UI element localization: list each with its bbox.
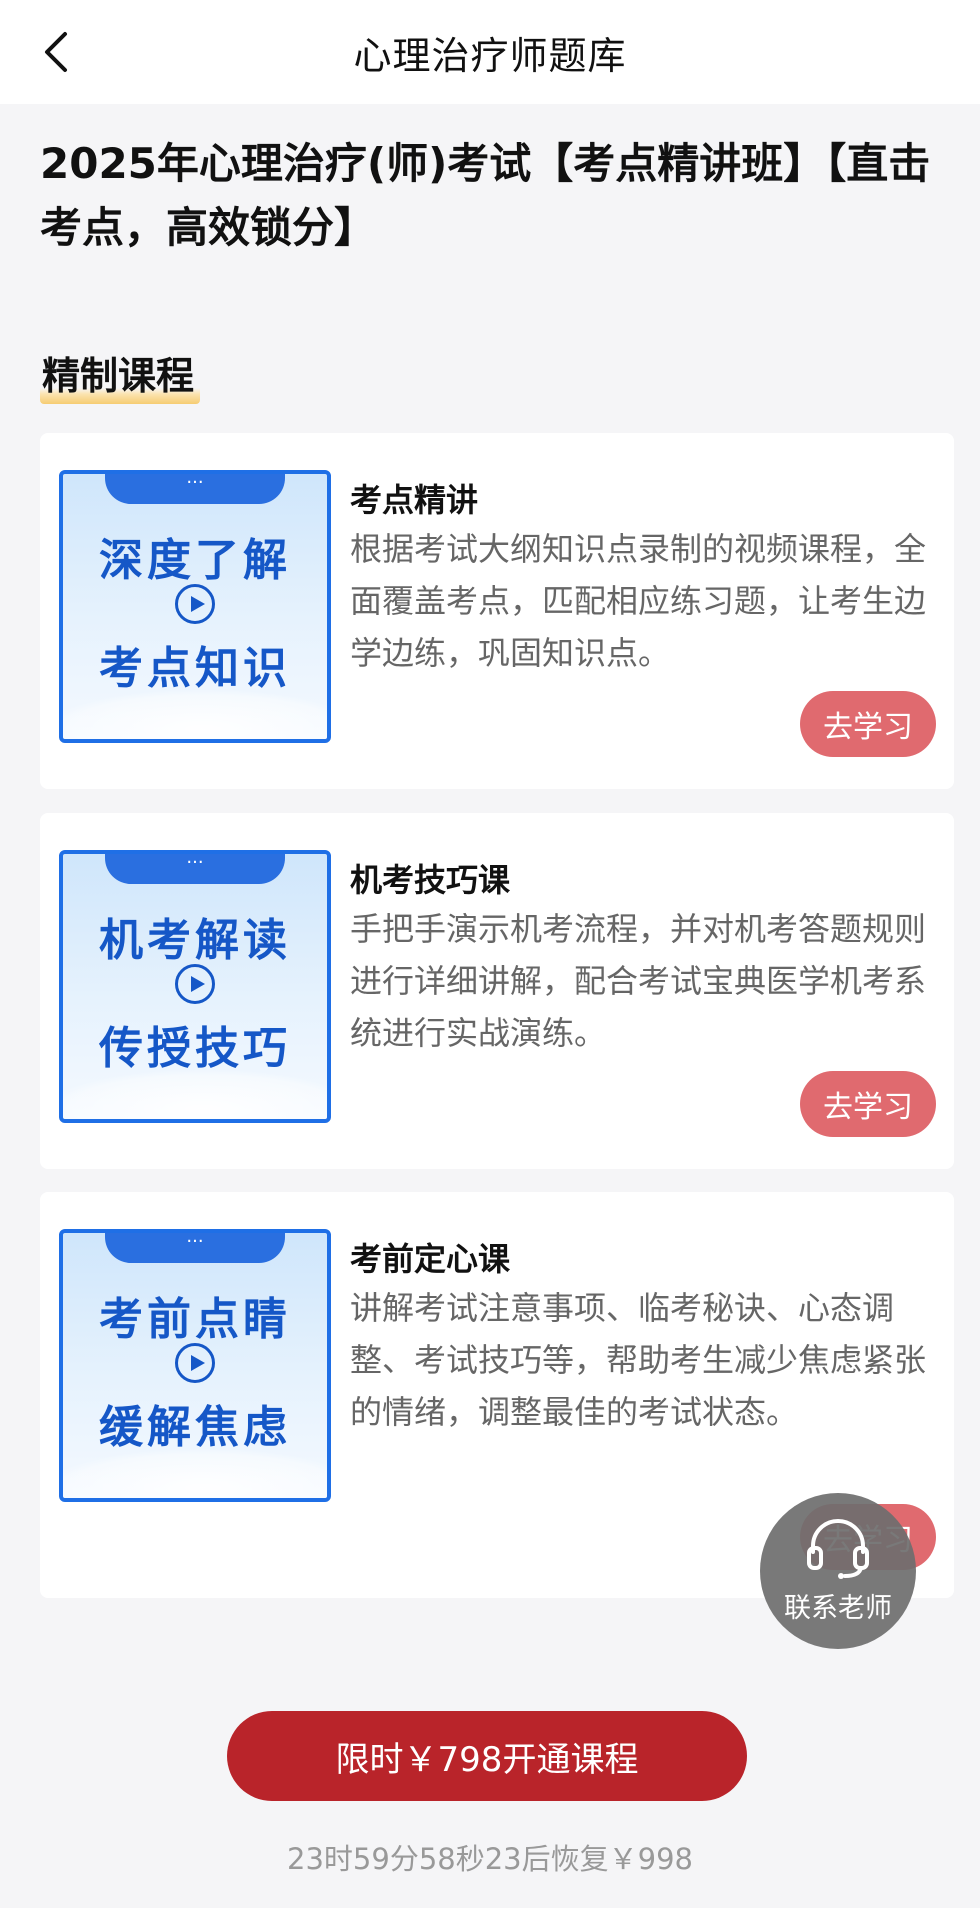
- purchase-button[interactable]: 限时￥798开通课程: [227, 1711, 747, 1801]
- section-title: 精制课程: [40, 345, 201, 404]
- course-name: 机考技巧课: [350, 861, 511, 899]
- cloud-decoration: [63, 1448, 327, 1498]
- course-description: 讲解考试注意事项、临考秘诀、心态调整、考试技巧等，帮助考生减少焦虑紧张的情绪，调…: [350, 1289, 927, 1431]
- course-description: 根据考试大纲知识点录制的视频课程，全面覆盖考点，匹配相应练习题，让考生边学边练，…: [350, 530, 927, 672]
- course-thumbnail[interactable]: ··· 深度了解 考点知识: [59, 470, 331, 743]
- thumb-line-1: 深度了解: [99, 535, 291, 586]
- thumb-line-1: 机考解读: [99, 915, 291, 966]
- study-button[interactable]: 去学习: [800, 691, 936, 757]
- course-card: ··· 深度了解 考点知识 考点精讲 根据考试大纲知识点录制的视频课程，全面覆盖…: [40, 433, 954, 789]
- nav-title: 心理治疗师题库: [353, 33, 627, 78]
- course-card: ··· 机考解读 传授技巧 机考技巧课 手把手演示机考流程，并对机考答题规则进行…: [40, 813, 954, 1169]
- thumb-line-2: 缓解焦虑: [99, 1402, 291, 1453]
- play-icon: [175, 1343, 215, 1383]
- thumb-tab: ···: [105, 474, 285, 504]
- back-button[interactable]: [30, 26, 82, 78]
- countdown-text: 23时59分58秒23后恢复￥998: [287, 1842, 693, 1876]
- cloud-decoration: [63, 1069, 327, 1119]
- thumb-line-1: 考前点睛: [99, 1294, 291, 1345]
- cloud-decoration: [63, 689, 327, 739]
- contact-teacher-button[interactable]: 联系老师: [760, 1493, 916, 1649]
- headset-icon: [807, 1518, 869, 1579]
- nav-bar: 心理治疗师题库: [0, 0, 980, 104]
- course-thumbnail[interactable]: ··· 考前点睛 缓解焦虑: [59, 1229, 331, 1502]
- page-title: 2025年心理治疗(师)考试【考点精讲班】【直击考点，高效锁分】: [40, 139, 931, 252]
- course-name: 考点精讲: [350, 481, 479, 519]
- study-button[interactable]: 去学习: [800, 1071, 936, 1137]
- contact-label: 联系老师: [784, 1592, 892, 1624]
- thumb-tab: ···: [105, 1233, 285, 1263]
- thumb-tab: ···: [105, 854, 285, 884]
- chevron-left-icon: [45, 32, 67, 72]
- play-icon: [175, 964, 215, 1004]
- play-icon: [175, 584, 215, 624]
- course-thumbnail[interactable]: ··· 机考解读 传授技巧: [59, 850, 331, 1123]
- thumb-line-2: 传授技巧: [99, 1023, 291, 1074]
- course-name: 考前定心课: [350, 1240, 511, 1278]
- thumb-line-2: 考点知识: [99, 643, 291, 694]
- course-description: 手把手演示机考流程，并对机考答题规则进行详细讲解，配合考试宝典医学机考系统进行实…: [350, 910, 927, 1052]
